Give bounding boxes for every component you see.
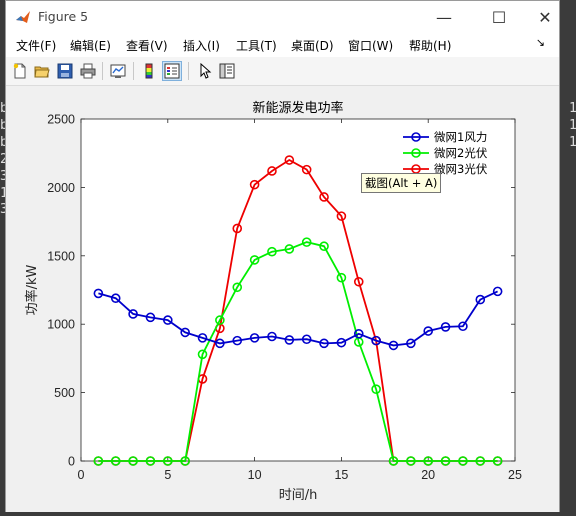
menu-window[interactable]: 窗口(W): [348, 37, 393, 54]
x-tick-label: 10: [248, 468, 262, 482]
menu-desktop[interactable]: 桌面(D): [291, 37, 334, 54]
x-tick-label: 20: [421, 468, 435, 482]
y-tick-label: 1500: [47, 249, 75, 263]
console-fragment: 1: [569, 135, 576, 150]
menu-view[interactable]: 查看(V): [126, 37, 168, 54]
title-bar[interactable]: Figure 5 — ☐ ✕: [6, 1, 559, 33]
new-figure-icon[interactable]: [10, 61, 30, 81]
pointer-arrow-icon[interactable]: [195, 61, 215, 81]
menu-tools[interactable]: 工具(T): [236, 37, 277, 54]
screenshot-tooltip: 截图(Alt + A): [361, 173, 442, 193]
y-tick-label: 1000: [47, 318, 75, 332]
menu-file[interactable]: 文件(F): [16, 37, 56, 54]
figure-window: Figure 5 — ☐ ✕ 文件(F) 编辑(E) 查看(V) 插入(I) 工…: [5, 0, 560, 512]
console-fragment: 1: [569, 118, 576, 133]
matlab-logo-icon: [15, 9, 31, 25]
y-tick-label: 0: [68, 455, 75, 469]
x-tick-label: 5: [164, 468, 171, 482]
close-button[interactable]: ✕: [522, 1, 568, 33]
legend-entry-2: 微网2光伏: [434, 146, 488, 160]
console-fragment: 1: [569, 101, 576, 116]
y-tick-label: 2000: [47, 181, 75, 195]
maximize-button[interactable]: ☐: [476, 1, 522, 33]
menu-overflow-icon[interactable]: ↘: [536, 36, 545, 49]
link-plot-icon[interactable]: [108, 61, 128, 81]
property-inspector-icon[interactable]: [217, 61, 237, 81]
menu-bar: 文件(F) 编辑(E) 查看(V) 插入(I) 工具(T) 桌面(D) 窗口(W…: [6, 33, 559, 57]
menu-edit[interactable]: 编辑(E): [70, 37, 111, 54]
y-tick-label: 2500: [47, 113, 75, 127]
x-tick-label: 0: [78, 468, 85, 482]
x-axis-label: 时间/h: [279, 488, 318, 503]
save-icon[interactable]: [55, 61, 75, 81]
open-folder-icon[interactable]: [32, 61, 52, 81]
legend-entry-1: 微网1风力: [434, 130, 487, 144]
menu-help[interactable]: 帮助(H): [409, 37, 451, 54]
x-tick-label: 15: [334, 468, 348, 482]
line-chart[interactable]: 0 5 10 15 20 25 0 500 1000 1500 2000 2500 新能源发电功率时间/…: [6, 86, 559, 512]
chart-title: 新能源发电功率: [252, 100, 343, 116]
toolbar: [6, 57, 559, 86]
colorbar-icon[interactable]: [139, 61, 159, 81]
legend-icon[interactable]: [162, 61, 182, 81]
y-axis-label: 功率/kW: [24, 264, 40, 315]
print-icon[interactable]: [78, 61, 98, 81]
figure-canvas: 0 5 10 15 20 25 0 500 1000 1500 2000 2500 新能源发电功率 时间/…: [6, 86, 559, 512]
window-title: Figure 5: [38, 9, 89, 24]
x-tick-label: 25: [508, 468, 522, 482]
y-tick-label: 500: [54, 386, 75, 400]
menu-insert[interactable]: 插入(I): [183, 37, 220, 54]
legend-entry-3: 微网3光伏: [434, 162, 488, 176]
minimize-button[interactable]: —: [421, 1, 467, 33]
